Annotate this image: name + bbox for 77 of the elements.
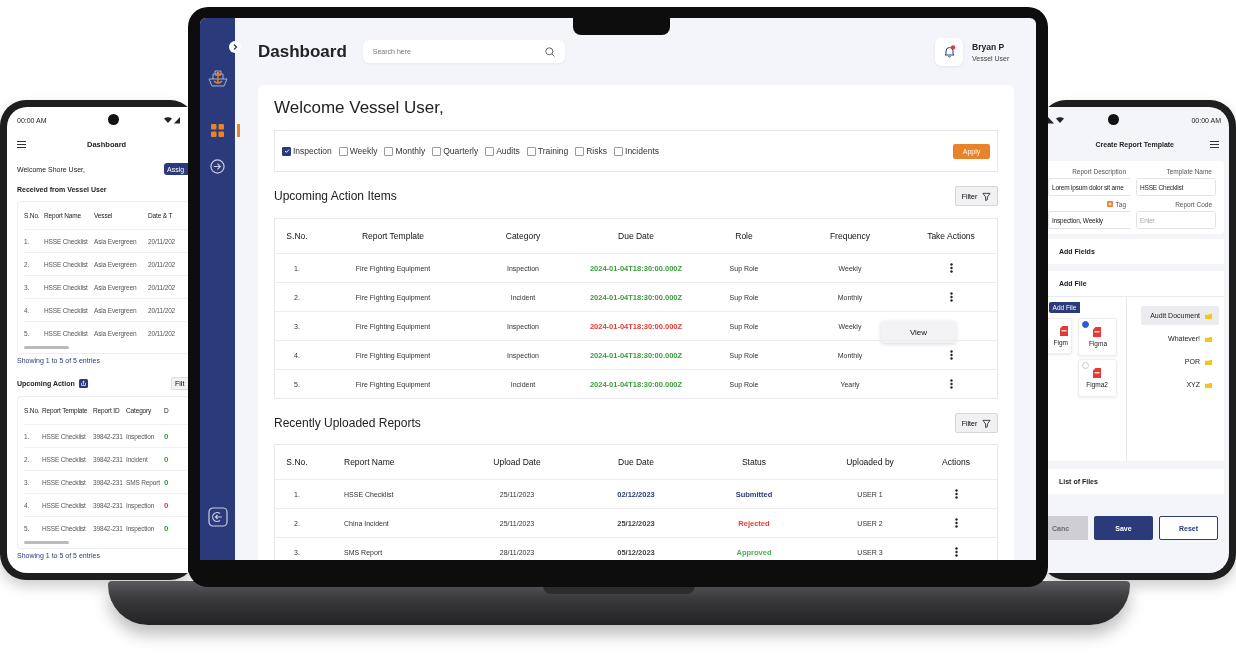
column-header: Take Actions [927,231,975,241]
column-header: Frequency [829,231,871,241]
column-header: Uploaded by [846,457,894,467]
checkbox[interactable] [614,146,623,156]
column-header: Report Template [361,231,425,241]
table-cell: 0 [164,454,169,464]
page-title: Dashboard [258,41,347,62]
folder-icon [1205,335,1212,342]
more-icon[interactable] [949,379,953,389]
filter-icon [982,191,992,201]
user-name: Bryan P [972,41,1006,52]
radio-button[interactable] [1082,321,1089,328]
scrollbar [24,346,69,349]
dashboard-icon[interactable] [211,124,224,137]
column-header: Due Date [618,231,654,241]
checkbox[interactable] [384,146,394,156]
more-icon[interactable] [949,350,953,360]
table-cell: 0 [164,477,169,487]
search-icon[interactable] [544,46,555,57]
chevron-icon[interactable] [229,41,241,53]
camera-dot [1108,114,1119,125]
active-indicator [237,124,240,137]
pdf-file-icon [1093,368,1102,378]
bell-icon [942,45,956,58]
notification-button[interactable] [935,37,963,66]
more-icon[interactable] [949,263,953,273]
column-header: Actions [942,457,970,467]
column-header: Report Name [343,457,395,467]
column-header: Category [505,231,541,241]
column-header: Upload Date [493,457,541,467]
table-cell: 0 [164,523,169,533]
export-icon[interactable] [78,378,88,388]
column-header: Role [735,231,753,241]
checkbox-label: Quarterly [443,146,479,156]
section-title: Upcoming Action Items [274,189,397,203]
column-header: S.No. [286,457,308,467]
signal-icon [1048,116,1065,124]
checkbox-label: Weekly [349,146,378,156]
check-icon [283,148,290,154]
checkbox-label: Audits [496,146,520,156]
folder-icon [1205,381,1212,388]
checkbox[interactable] [282,146,291,156]
checkbox-label: Training [537,146,569,156]
pdf-file-icon [1060,326,1068,336]
checkbox-label: Inspection [293,146,332,156]
checkbox-label: Monthly [395,146,426,156]
checkbox[interactable] [432,146,442,156]
more-icon[interactable] [954,518,958,528]
welcome-heading: Welcome Vessel User, [274,97,445,119]
menu-icon[interactable] [17,140,26,148]
section-title: Recently Uploaded Reports [274,416,421,430]
add-icon[interactable] [1106,201,1113,207]
more-icon[interactable] [954,547,958,557]
menu-icon[interactable] [1210,140,1219,148]
filter-icon [982,418,992,428]
checkbox[interactable] [575,146,585,156]
scrollbar [24,541,69,544]
checkbox-label: Incidents [625,146,660,156]
menu-item[interactable]: View [881,321,956,343]
more-icon[interactable] [949,292,953,302]
folder-icon [1205,358,1212,365]
table-cell: 0 [164,431,169,441]
pdf-file-icon [1093,327,1102,337]
camera-dot [108,114,119,125]
arrow-circle-icon[interactable] [210,159,225,174]
column-header: Status [741,457,767,467]
column-header: Due Date [618,457,654,467]
checkbox-label: Risks [586,146,607,156]
checkbox[interactable] [338,146,348,156]
checkbox[interactable] [485,146,495,156]
checkbox[interactable] [526,146,536,156]
signal-icon [164,116,180,124]
folder-icon [1205,312,1212,319]
table-cell: 0 [164,500,169,510]
logout-icon[interactable] [207,507,228,527]
more-icon[interactable] [954,489,958,499]
column-header: S.No. [286,231,308,241]
